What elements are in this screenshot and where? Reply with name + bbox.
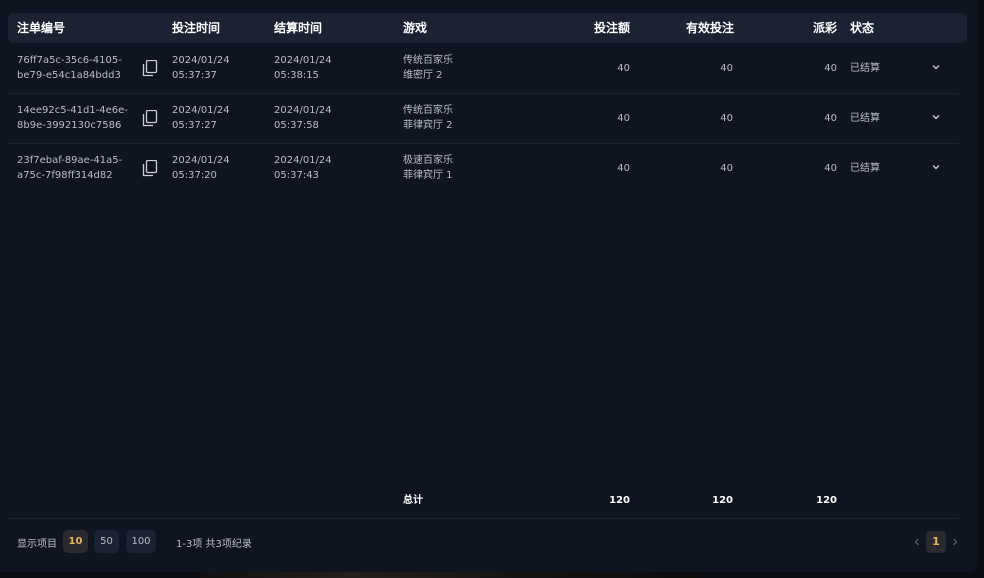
record-summary: 1-3项 共3项纪录 [176,539,252,550]
copy-icon[interactable] [142,160,158,177]
header-payout: 派彩 [812,21,837,35]
status-badge: 已结算 [850,63,880,74]
bet-records-panel: 注单编号 投注时间 结算时间 游戏 投注额 有效投注 派彩 状态 76ff7a5… [0,0,978,572]
chevron-right-icon[interactable] [950,536,960,548]
order-id-cell: 14ee92c5-41d1-4e6e- 8b9e-3992130c7586 [17,105,128,131]
settle-time-cell: 2024/01/24 05:37:43 [274,155,332,181]
order-id-cell: 76ff7a5c-35c6-4105- be79-e54c1a84bdd3 [17,55,122,81]
page-size-10-button[interactable]: 10 [63,530,88,553]
valid-bet-cell: 40 [720,163,733,174]
table-row[interactable]: 76ff7a5c-35c6-4105- be79-e54c1a84bdd3 20… [8,44,958,94]
header-bet-time: 投注时间 [172,21,221,35]
header-valid-bet: 有效投注 [685,21,734,35]
chevron-down-icon[interactable] [930,161,942,173]
header-settle-time: 结算时间 [274,21,323,35]
header-order-id: 注单编号 [17,21,66,35]
total-payout: 120 [816,495,837,506]
total-bet-amount: 120 [609,495,630,506]
status-badge: 已结算 [850,163,880,174]
chevron-down-icon[interactable] [930,61,942,73]
header-game: 游戏 [403,21,428,35]
footer-divider [8,518,958,519]
table-row[interactable]: 14ee92c5-41d1-4e6e- 8b9e-3992130c7586 20… [8,94,958,144]
totals-label: 总计 [403,495,423,506]
page-size-100-button[interactable]: 100 [126,530,156,553]
chevron-down-icon[interactable] [930,111,942,123]
valid-bet-cell: 40 [720,113,733,124]
bet-time-cell: 2024/01/24 05:37:37 [172,55,230,81]
total-valid-bet: 120 [712,495,733,506]
current-page-button[interactable]: 1 [926,531,946,553]
bet-time-cell: 2024/01/24 05:37:20 [172,155,230,181]
payout-cell: 40 [824,163,837,174]
payout-cell: 40 [824,63,837,74]
copy-icon[interactable] [142,60,158,77]
game-cell: 传统百家乐 菲律宾厅 2 [403,105,453,131]
table-row[interactable]: 23f7ebaf-89ae-41a5- a75c-7f98ff314d82 20… [8,144,958,194]
valid-bet-cell: 40 [720,63,733,74]
bet-amount-cell: 40 [617,163,630,174]
chevron-left-icon[interactable] [912,536,922,548]
pagination-bar: 显示项目 10 50 100 1-3项 共3项纪录 1 [0,529,978,555]
bet-time-cell: 2024/01/24 05:37:27 [172,105,230,131]
bet-amount-cell: 40 [617,113,630,124]
status-badge: 已结算 [850,113,880,124]
copy-icon[interactable] [142,110,158,127]
header-status: 状态 [850,21,875,35]
game-cell: 传统百家乐 维密厅 2 [403,55,453,81]
settle-time-cell: 2024/01/24 05:38:15 [274,55,332,81]
header-bet-amount: 投注额 [593,21,630,35]
order-id-cell: 23f7ebaf-89ae-41a5- a75c-7f98ff314d82 [17,155,123,181]
settle-time-cell: 2024/01/24 05:37:58 [274,105,332,131]
totals-row: 总计 120 120 120 [8,490,958,512]
bet-amount-cell: 40 [617,63,630,74]
payout-cell: 40 [824,113,837,124]
game-cell: 极速百家乐 菲律宾厅 1 [403,155,453,181]
table-header: 注单编号 投注时间 结算时间 游戏 投注额 有效投注 派彩 状态 [8,13,967,43]
page-size-label: 显示项目 [17,539,57,550]
page-size-50-button[interactable]: 50 [94,530,119,553]
